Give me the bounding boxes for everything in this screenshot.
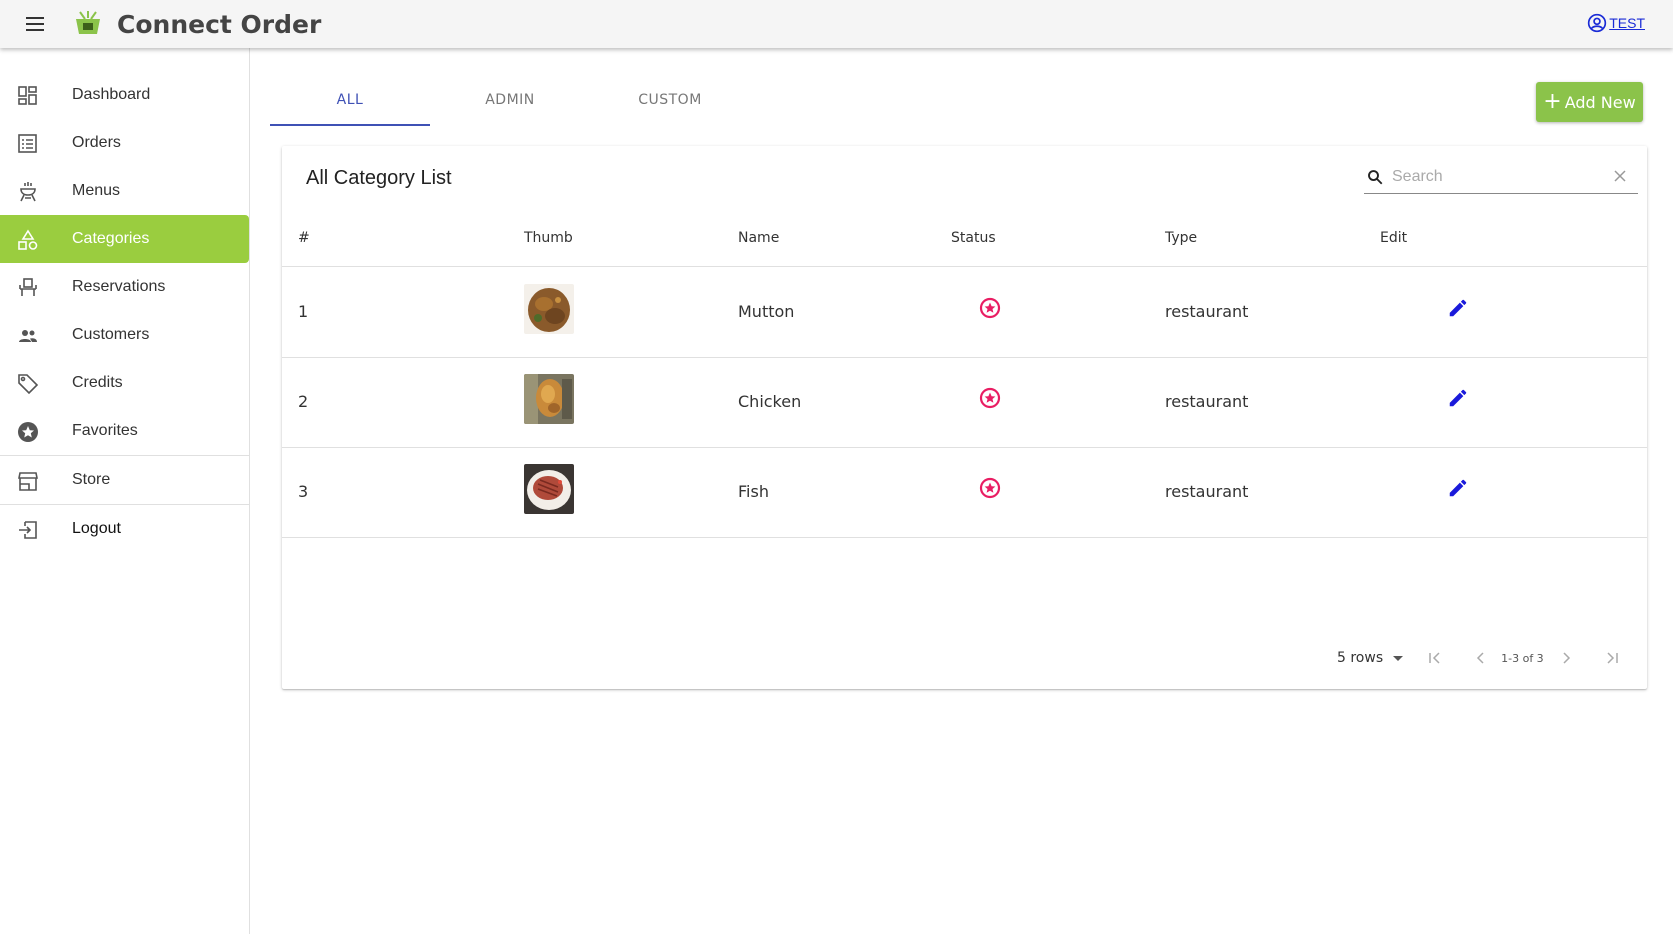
row-name: Fish — [738, 482, 769, 501]
status-star-icon[interactable] — [979, 297, 1001, 319]
dashboard-icon — [18, 86, 37, 105]
category-list-card: All Category List # Thumb Name Status Ty… — [282, 146, 1647, 689]
user-name: TEST — [1609, 15, 1645, 31]
column-header-status[interactable]: Status — [951, 230, 996, 246]
sidebar-item-label: Customers — [72, 326, 150, 343]
sidebar-item-label: Dashboard — [72, 86, 151, 103]
star-icon — [18, 422, 38, 442]
table-row: 1 Mutton restaurant — [282, 267, 1647, 357]
sidebar-item-label: Orders — [72, 134, 121, 151]
edit-pencil-icon[interactable] — [1447, 387, 1469, 409]
sidebar-item-credits[interactable]: Credits — [0, 359, 249, 407]
column-header-name[interactable]: Name — [738, 230, 779, 246]
sidebar-item-categories[interactable]: Categories — [0, 215, 249, 263]
prev-page-icon[interactable] — [1469, 646, 1493, 670]
grill-icon — [20, 182, 36, 202]
mutton-thumbnail — [524, 284, 574, 334]
people-icon — [19, 330, 37, 342]
edit-pencil-icon[interactable] — [1447, 477, 1469, 499]
table-row: 3 Fish restaurant — [282, 447, 1647, 537]
sidebar: Dashboard Orders Menus Categories Reserv… — [0, 48, 250, 934]
sidebar-item-label: Menus — [72, 182, 121, 199]
column-header-edit[interactable]: Edit — [1380, 230, 1407, 246]
sidebar-item-label: Logout — [72, 520, 121, 537]
account-circle-icon — [1588, 13, 1607, 33]
hamburger-menu-icon[interactable] — [24, 14, 46, 34]
tab-admin[interactable]: ADMIN — [430, 74, 590, 126]
row-index: 1 — [298, 302, 309, 321]
row-index: 3 — [298, 482, 309, 501]
chicken-thumbnail — [524, 374, 574, 424]
card-title: All Category List — [306, 167, 452, 189]
brand-title: Connect Order — [117, 10, 322, 39]
add-new-button[interactable]: + Add New — [1536, 82, 1643, 122]
row-divider — [282, 537, 1647, 538]
sidebar-item-orders[interactable]: Orders — [0, 119, 249, 167]
rows-per-page-value: 5 rows — [1337, 650, 1384, 666]
search-icon — [1368, 170, 1383, 185]
add-new-label: Add New — [1564, 92, 1636, 112]
tag-icon — [18, 374, 39, 395]
sidebar-item-label: Favorites — [72, 422, 138, 439]
row-name: Chicken — [738, 392, 802, 411]
sidebar-item-dashboard[interactable]: Dashboard — [0, 71, 249, 119]
tab-custom[interactable]: CUSTOM — [590, 74, 750, 126]
search-box — [1364, 160, 1638, 194]
sidebar-item-label: Store — [72, 471, 111, 488]
sidebar-item-store[interactable]: Store — [0, 456, 249, 504]
dropdown-caret-icon — [1393, 655, 1404, 661]
edit-pencil-icon[interactable] — [1447, 297, 1469, 319]
column-header-index[interactable]: # — [298, 230, 310, 246]
rows-per-page-select[interactable]: 5 rows — [1337, 650, 1404, 666]
first-page-icon[interactable] — [1423, 646, 1447, 670]
category-icon — [18, 229, 38, 250]
user-account-link[interactable]: TEST — [1587, 13, 1645, 33]
pagination: 5 rows 1-3 of 3 — [1337, 646, 1624, 670]
row-type: restaurant — [1165, 482, 1249, 501]
clear-search-icon[interactable] — [1612, 168, 1628, 184]
sidebar-item-reservations[interactable]: Reservations — [0, 263, 249, 311]
logout-icon — [19, 521, 37, 539]
plus-icon: + — [1543, 89, 1562, 114]
page-range-text: 1-3 of 3 — [1501, 651, 1544, 665]
sidebar-item-label: Categories — [72, 230, 150, 247]
status-star-icon[interactable] — [979, 477, 1001, 499]
basket-logo-icon — [76, 11, 100, 34]
store-icon — [18, 472, 38, 491]
sidebar-item-favorites[interactable]: Favorites — [0, 407, 249, 455]
row-type: restaurant — [1165, 392, 1249, 411]
table-row: 2 Chicken restaurant — [282, 357, 1647, 447]
fish-thumbnail — [524, 464, 574, 514]
row-index: 2 — [298, 392, 309, 411]
row-type: restaurant — [1165, 302, 1249, 321]
column-header-thumb[interactable]: Thumb — [524, 230, 573, 246]
tab-all[interactable]: ALL — [270, 74, 430, 126]
sidebar-item-customers[interactable]: Customers — [0, 311, 249, 359]
sidebar-item-label: Reservations — [72, 278, 166, 295]
top-app-bar: Connect Order TEST — [0, 0, 1673, 48]
sidebar-item-logout[interactable]: Logout — [0, 505, 249, 553]
column-header-type[interactable]: Type — [1165, 230, 1197, 246]
seat-icon — [19, 278, 37, 296]
last-page-icon[interactable] — [1600, 646, 1624, 670]
list-icon — [18, 134, 37, 153]
sidebar-item-label: Credits — [72, 374, 123, 391]
search-input[interactable] — [1392, 166, 1612, 188]
row-name: Mutton — [738, 302, 795, 321]
sidebar-item-menus[interactable]: Menus — [0, 167, 249, 215]
status-star-icon[interactable] — [979, 387, 1001, 409]
next-page-icon[interactable] — [1554, 646, 1578, 670]
